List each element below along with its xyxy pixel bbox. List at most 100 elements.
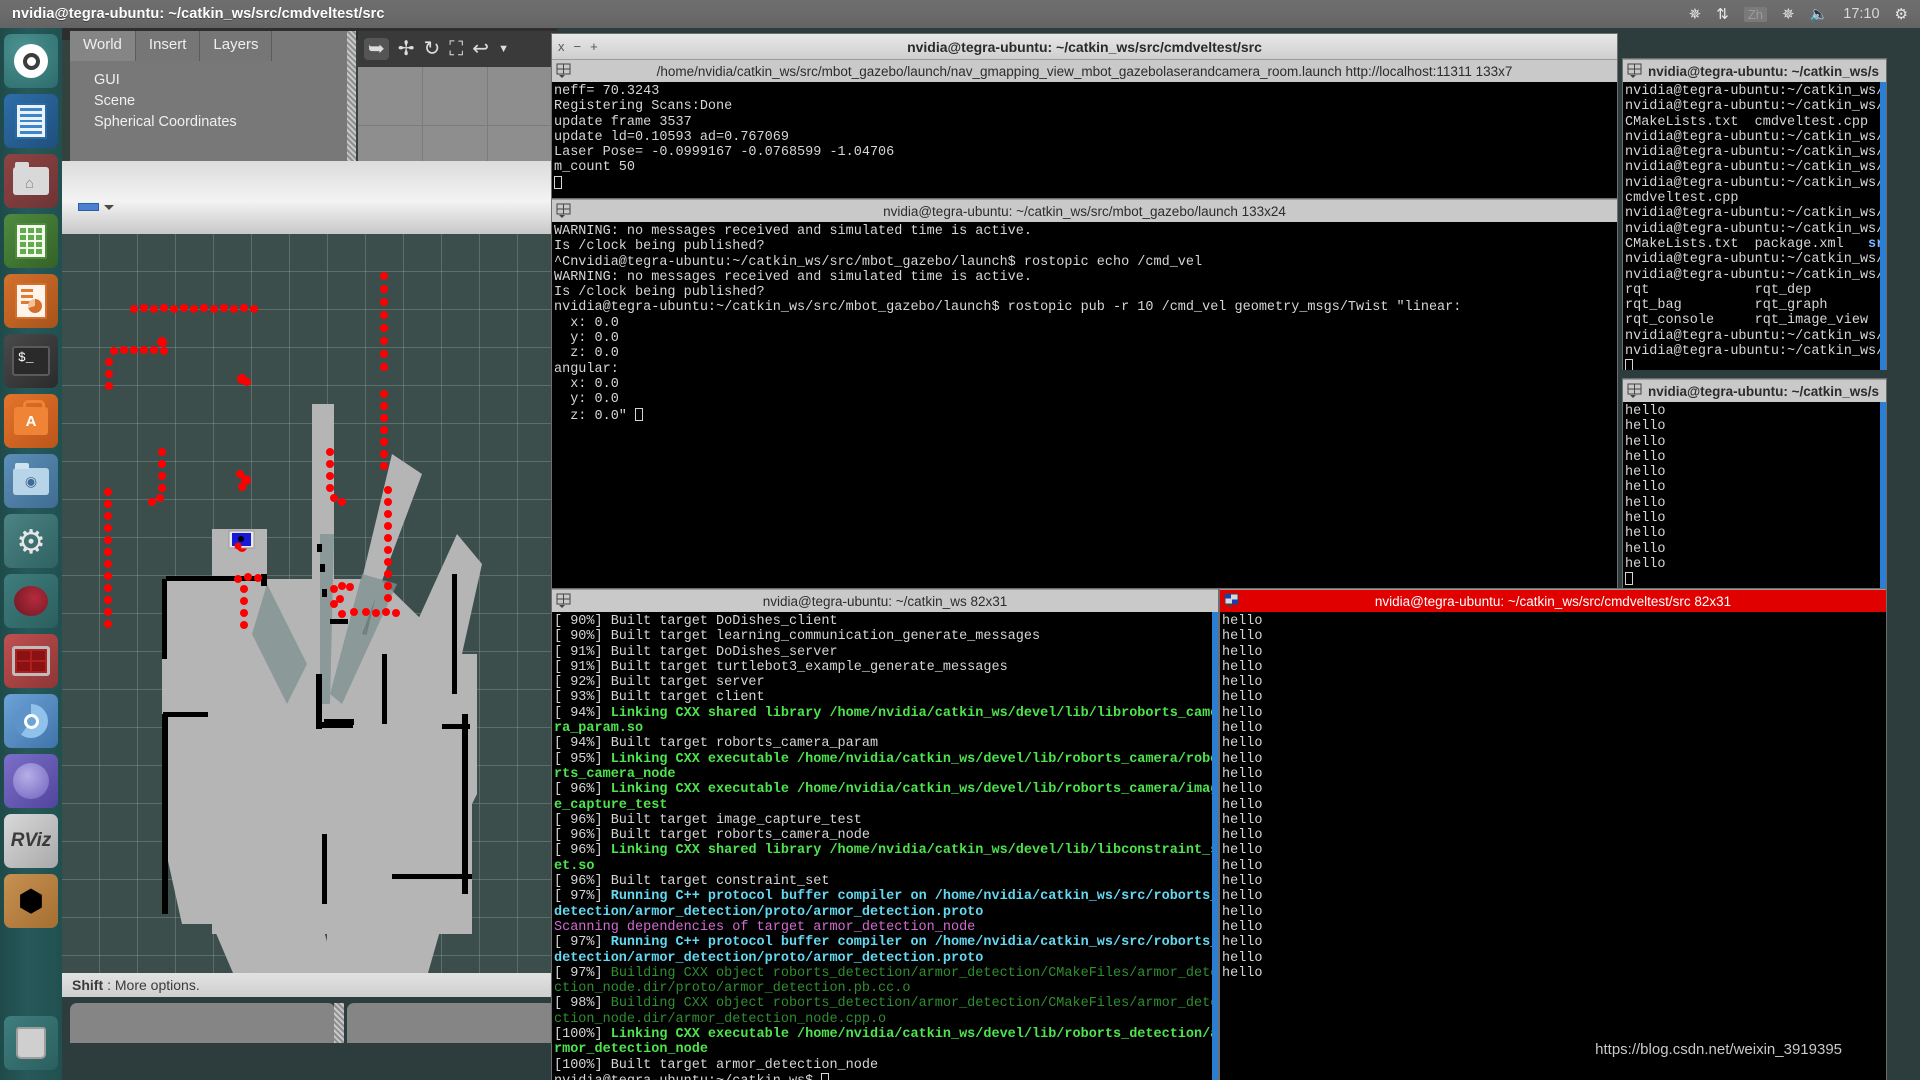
scrollbar-build[interactable] [1212, 612, 1218, 1080]
document-icon [15, 103, 47, 139]
term-line: [ 94%] Linking CXX shared library /home/… [554, 705, 1218, 721]
gear-icon: ⚙ [16, 522, 46, 560]
close-icon[interactable]: x [558, 39, 565, 54]
terminal-window-cmdvel[interactable]: nvidia@tegra-ubuntu: ~/catkin_ws/src/mbo… [551, 198, 1618, 588]
launcher-item-libreoffice-writer[interactable] [4, 94, 58, 148]
rviz-map-canvas[interactable] [62, 234, 557, 1024]
term-line: [ 94%] Built target roborts_camera_param [554, 736, 879, 752]
launcher-item-ubuntu-dash[interactable] [4, 34, 58, 88]
tab-layers[interactable]: Layers [200, 31, 273, 61]
scrollbar-hello-right[interactable] [1880, 402, 1886, 588]
translate-icon[interactable]: ✢ [398, 39, 415, 59]
system-tray: ✵ ⇅ Zh ✵ 🔈 17:10 ⚙ [1689, 6, 1920, 22]
rotate-icon[interactable]: ↻ [424, 39, 441, 59]
term-line: ra_param.so [554, 721, 644, 737]
titlebar-gmapping[interactable]: x − + nvidia@tegra-ubuntu: ~/catkin_ws/s… [552, 34, 1617, 59]
pane-title-hello-right: nvidia@tegra-ubuntu: ~/catkin_ws/s [1647, 383, 1880, 399]
maximize-icon[interactable]: + [590, 39, 598, 54]
input-method-indicator[interactable]: Zh [1743, 6, 1767, 22]
launcher-item-libreoffice-impress[interactable] [4, 274, 58, 328]
tab-bar-cmdvel[interactable]: nvidia@tegra-ubuntu: ~/catkin_ws/src/mbo… [552, 199, 1617, 222]
term-line: cmdveltest.cpp [1625, 191, 1739, 207]
clock[interactable]: 17:10 [1843, 6, 1879, 22]
term-line: hello [1222, 751, 1263, 767]
window-buttons[interactable]: x − + [558, 39, 598, 54]
launcher-item-model-editor[interactable]: ⬢ [4, 874, 58, 928]
tab-bar-hello-bottom[interactable]: nvidia@tegra-ubuntu: ~/catkin_ws/src/cmd… [1220, 589, 1886, 612]
launcher-item-files[interactable]: ⌂ [4, 154, 58, 208]
term-line: [ 90%] Built target learning_communicati… [554, 629, 1041, 645]
term-line: hello [1222, 889, 1263, 905]
terminal-output-hello-right[interactable]: hello hello hello hello hello hello hell… [1623, 402, 1886, 588]
terminal-output-files[interactable]: nvidia@tegra-ubuntu:~/catkin_ws/ nvidia@… [1623, 82, 1886, 370]
tmux-pane-icon-active[interactable] [1224, 593, 1240, 609]
property-swatch[interactable] [78, 203, 99, 211]
term-line: hello [1625, 480, 1666, 496]
bottom-pane-right[interactable] [347, 1003, 557, 1043]
term-line: rqt_bag rqt_graph [1625, 298, 1828, 314]
orange-cube-icon: ⬢ [17, 884, 45, 918]
tmux-pane-icon[interactable] [556, 203, 572, 219]
term-line: nvidia@tegra-ubuntu:~/catkin_ws/ [1625, 84, 1885, 99]
undo-icon[interactable]: ↩ [472, 39, 489, 59]
tmux-pane-icon[interactable] [1627, 63, 1643, 79]
terminal-window-hello-bottom[interactable]: nvidia@tegra-ubuntu: ~/catkin_ws/src/cmd… [1219, 588, 1887, 1080]
hint-rest: : More options. [107, 977, 200, 993]
term-line: nvidia@tegra-ubuntu:~/catkin_ws/ [1625, 99, 1885, 115]
tmux-pane-icon[interactable] [1627, 383, 1643, 399]
bluetooth-icon-2[interactable]: ✵ [1782, 7, 1795, 22]
launcher-item-libreoffice-calc[interactable] [4, 214, 58, 268]
tab-bar-gmapping[interactable]: /home/nvidia/catkin_ws/src/mbot_gazebo/l… [552, 59, 1617, 82]
term-line: nvidia@tegra-ubuntu:~/catkin_ws/src/mbot… [554, 300, 1462, 316]
home-folder-icon: ⌂ [13, 162, 49, 195]
term-line: Laser Pose= -0.0999167 -0.0768599 -1.047… [554, 145, 895, 161]
tab-bar-hello-right[interactable]: nvidia@tegra-ubuntu: ~/catkin_ws/s [1623, 379, 1886, 402]
pane-title-hello-bottom: nvidia@tegra-ubuntu: ~/catkin_ws/src/cmd… [1374, 593, 1732, 609]
tree-item-scene[interactable]: Scene [94, 91, 347, 112]
scrollbar-files[interactable] [1880, 82, 1886, 370]
top-panel: nvidia@tegra-ubuntu: ~/catkin_ws/src/cmd… [0, 0, 1920, 28]
launcher-item-chromium[interactable] [4, 694, 58, 748]
bottom-splitter[interactable] [334, 1003, 344, 1043]
terminal-output-hello-bottom[interactable]: hello hello hello hello hello hello hell… [1220, 612, 1886, 1080]
tmux-pane-icon[interactable] [556, 63, 572, 79]
chevron-down-icon[interactable] [104, 205, 114, 215]
term-line: hello [1222, 705, 1263, 721]
tree-item-spherical-coordinates[interactable]: Spherical Coordinates [94, 112, 347, 133]
terminal-window-files[interactable]: nvidia@tegra-ubuntu: ~/catkin_ws/s nvidi… [1622, 58, 1887, 370]
terminal-output-build[interactable]: [ 90%] Built target DoDishes_client [ 90… [552, 612, 1218, 1080]
launcher-item-gazebo[interactable] [4, 754, 58, 808]
tab-insert[interactable]: Insert [135, 31, 201, 61]
tab-bar-build[interactable]: nvidia@tegra-ubuntu: ~/catkin_ws 82x31 [552, 589, 1218, 612]
pane-title-build: nvidia@tegra-ubuntu: ~/catkin_ws 82x31 [762, 593, 1008, 609]
launcher-item-network-folder[interactable]: ◉ [4, 454, 58, 508]
volume-icon[interactable]: 🔈 [1810, 7, 1829, 22]
terminal-output-cmdvel[interactable]: WARNING: no messages received and simula… [552, 222, 1617, 588]
system-gear-icon[interactable]: ⚙ [1895, 7, 1908, 22]
scale-icon[interactable]: ⛶ [449, 39, 463, 59]
launcher-item-rviz[interactable]: RViz [4, 814, 58, 868]
terminal-window-gmapping[interactable]: x − + nvidia@tegra-ubuntu: ~/catkin_ws/s… [551, 33, 1618, 199]
terminal-output-gmapping[interactable]: neff= 70.3243 Registering Scans:Done upd… [552, 82, 1617, 199]
term-line: neff= 70.3243 [554, 84, 660, 99]
pane-title-files: nvidia@tegra-ubuntu: ~/catkin_ws/s [1647, 63, 1880, 79]
launcher-item-amarok[interactable] [4, 574, 58, 628]
terminal-window-build[interactable]: nvidia@tegra-ubuntu: ~/catkin_ws 82x31 [… [551, 588, 1219, 1080]
launcher-item-gnome-terminal[interactable] [4, 634, 58, 688]
launcher-item-ubuntu-software[interactable]: A [4, 394, 58, 448]
bluetooth-icon[interactable]: ✵ [1689, 7, 1702, 22]
launcher-item-terminal[interactable]: $_ [4, 334, 58, 388]
minimize-icon[interactable]: − [574, 39, 582, 54]
launcher-item-system-settings[interactable]: ⚙ [4, 514, 58, 568]
select-arrow-icon[interactable]: ➥ [364, 38, 389, 60]
network-updown-icon[interactable]: ⇅ [1716, 7, 1729, 22]
tmux-pane-icon[interactable] [556, 593, 572, 609]
term-line: nvidia@tegra-ubuntu:~/catkin_ws/ [1625, 267, 1885, 283]
terminal-window-hello-right[interactable]: nvidia@tegra-ubuntu: ~/catkin_ws/s hello… [1622, 378, 1887, 588]
tab-world[interactable]: World [70, 31, 136, 61]
undo-dropdown-icon[interactable]: ▼ [498, 43, 509, 55]
tab-bar-files[interactable]: nvidia@tegra-ubuntu: ~/catkin_ws/s [1623, 59, 1886, 82]
bottom-pane-left[interactable] [70, 1003, 335, 1043]
launcher-item-trash[interactable] [4, 1016, 58, 1070]
tree-item-gui[interactable]: GUI [94, 70, 347, 91]
